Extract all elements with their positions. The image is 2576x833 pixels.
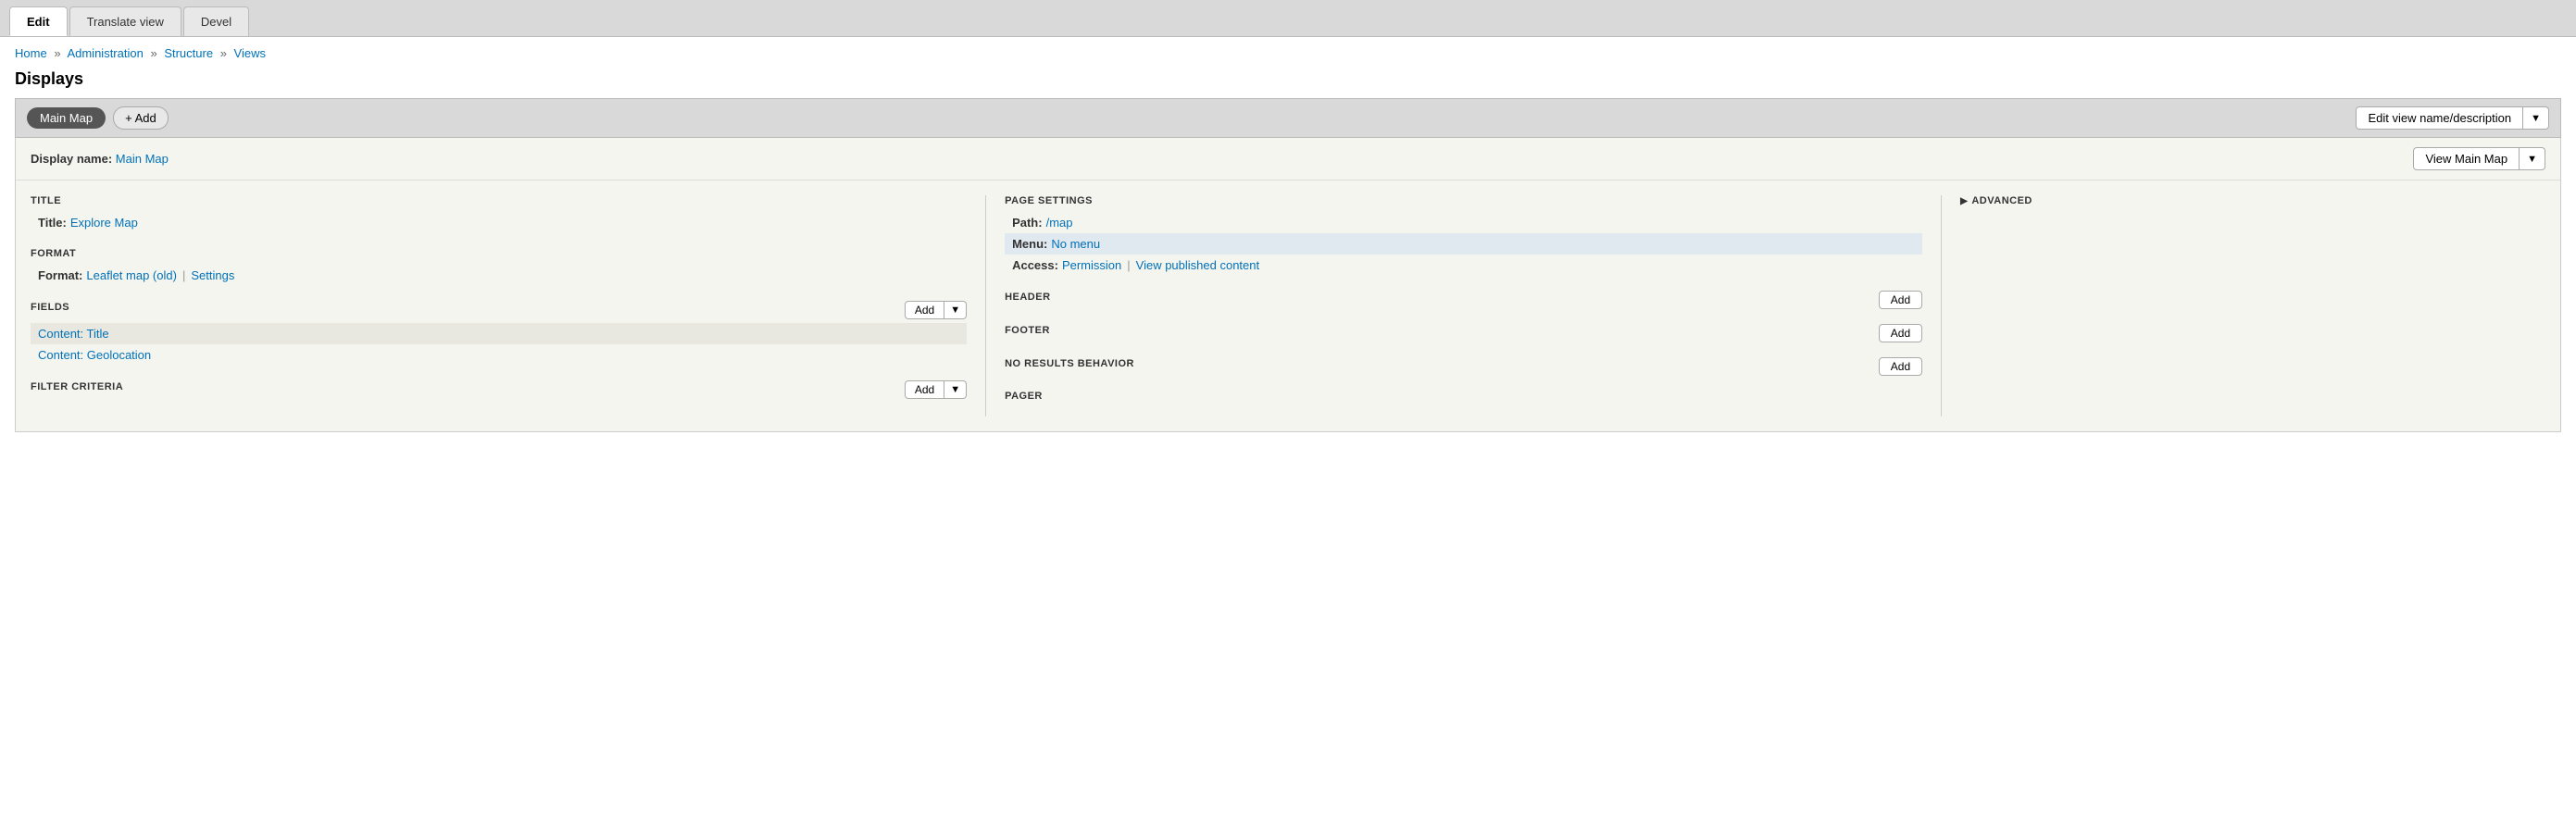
list-item: Content: Title [31, 323, 967, 344]
displays-toolbar: Main Map + Add Edit view name/descriptio… [15, 98, 2561, 138]
title-row: Title: Explore Map [31, 212, 967, 233]
advanced-section-header[interactable]: ▶ ADVANCED [1960, 195, 2545, 206]
field-content-geolocation[interactable]: Content: Geolocation [38, 348, 151, 362]
header-add-button[interactable]: Add [1879, 291, 1922, 309]
display-panel: Display name: Main Map View Main Map ▼ T… [15, 138, 2561, 432]
title-section: TITLE Title: Explore Map [31, 195, 967, 233]
advanced-label: ADVANCED [1971, 195, 2032, 206]
pager-section-header: PAGER [1005, 391, 1922, 402]
columns-container: TITLE Title: Explore Map FORMAT Format: … [16, 180, 2560, 431]
no-results-section: NO RESULTS BEHAVIOR Add [1005, 357, 1922, 376]
display-name-value[interactable]: Main Map [116, 152, 169, 166]
access-row: Access: Permission | View published cont… [1005, 255, 1922, 276]
footer-section-header: FOOTER [1005, 325, 1050, 336]
title-label: Title: [38, 216, 67, 230]
menu-row: Menu: No menu [1005, 233, 1922, 255]
page-settings-header: PAGE SETTINGS [1005, 195, 1922, 206]
filter-add-dropdown[interactable]: ▼ [944, 380, 967, 399]
no-results-section-header: NO RESULTS BEHAVIOR [1005, 358, 1134, 369]
filter-add-button[interactable]: Add [905, 380, 944, 399]
page-settings-section: PAGE SETTINGS Path: /map Menu: No menu A… [1005, 195, 1922, 276]
breadcrumb-sep-2: » [150, 46, 156, 60]
access-label: Access: [1012, 258, 1058, 272]
list-item: Content: Geolocation [31, 344, 967, 366]
breadcrumb-sep-1: » [54, 46, 60, 60]
tab-translate-view[interactable]: Translate view [69, 6, 181, 36]
fields-section-header: FIELDS [31, 302, 69, 313]
footer-section: FOOTER Add [1005, 324, 1922, 342]
title-value[interactable]: Explore Map [70, 216, 138, 230]
breadcrumb: Home » Administration » Structure » View… [0, 37, 2576, 69]
edit-view-name-button[interactable]: Edit view name/description [2356, 106, 2523, 130]
field-content-title[interactable]: Content: Title [38, 327, 109, 341]
col-left: TITLE Title: Explore Map FORMAT Format: … [31, 195, 986, 416]
menu-value[interactable]: No menu [1051, 237, 1100, 251]
tab-devel[interactable]: Devel [183, 6, 249, 36]
fields-list: Content: Title Content: Geolocation [31, 323, 967, 366]
no-results-add-button[interactable]: Add [1879, 357, 1922, 376]
breadcrumb-structure[interactable]: Structure [164, 46, 213, 60]
format-row: Format: Leaflet map (old) | Settings [31, 265, 967, 286]
filter-add-group: Add ▼ [905, 380, 967, 399]
main-map-button[interactable]: Main Map [27, 107, 106, 129]
footer-title-row: FOOTER Add [1005, 324, 1922, 342]
edit-view-dropdown-button[interactable]: ▼ [2523, 106, 2549, 130]
tab-edit[interactable]: Edit [9, 6, 68, 36]
format-settings[interactable]: Settings [191, 268, 234, 282]
view-main-map-button[interactable]: View Main Map [2413, 147, 2520, 170]
path-row: Path: /map [1005, 212, 1922, 233]
title-section-header: TITLE [31, 195, 967, 206]
access-permission[interactable]: Permission [1062, 258, 1121, 272]
access-sep: | [1127, 258, 1130, 272]
menu-label: Menu: [1012, 237, 1047, 251]
fields-add-dropdown[interactable]: ▼ [944, 301, 967, 319]
footer-add-button[interactable]: Add [1879, 324, 1922, 342]
page-content: Displays Main Map + Add Edit view name/d… [0, 69, 2576, 451]
fields-add-group: Add ▼ [905, 301, 967, 319]
display-name-key: Display name: [31, 152, 112, 166]
filter-criteria-title-row: FILTER CRITERIA Add ▼ [31, 380, 967, 399]
breadcrumb-views[interactable]: Views [234, 46, 266, 60]
no-results-title-row: NO RESULTS BEHAVIOR Add [1005, 357, 1922, 376]
tabs-bar: Edit Translate view Devel [0, 0, 2576, 37]
access-view-published[interactable]: View published content [1136, 258, 1259, 272]
add-display-button[interactable]: + Add [113, 106, 169, 130]
header-section-header: HEADER [1005, 292, 1050, 303]
fields-title-row: FIELDS Add ▼ [31, 301, 967, 319]
format-section-header: FORMAT [31, 248, 967, 259]
pager-section: PAGER [1005, 391, 1922, 402]
breadcrumb-administration[interactable]: Administration [67, 46, 143, 60]
format-section: FORMAT Format: Leaflet map (old) | Setti… [31, 248, 967, 286]
toolbar-left: Main Map + Add [27, 106, 169, 130]
col-right: ▶ ADVANCED [1942, 195, 2545, 416]
view-main-map-dropdown[interactable]: ▼ [2520, 147, 2545, 170]
filter-criteria-header: FILTER CRITERIA [31, 381, 123, 392]
format-label: Format: [38, 268, 82, 282]
format-sep: | [182, 268, 185, 282]
edit-view-group: Edit view name/description ▼ [2356, 106, 2549, 130]
path-value[interactable]: /map [1046, 216, 1073, 230]
filter-criteria-section: FILTER CRITERIA Add ▼ [31, 380, 967, 399]
path-label: Path: [1012, 216, 1043, 230]
header-title-row: HEADER Add [1005, 291, 1922, 309]
fields-add-button[interactable]: Add [905, 301, 944, 319]
format-value[interactable]: Leaflet map (old) [86, 268, 177, 282]
display-name-label: Display name: Main Map [31, 152, 169, 166]
col-middle: PAGE SETTINGS Path: /map Menu: No menu A… [986, 195, 1942, 416]
display-name-bar: Display name: Main Map View Main Map ▼ [16, 138, 2560, 180]
fields-section: FIELDS Add ▼ Content: Title Content: Geo… [31, 301, 967, 366]
view-main-group: View Main Map ▼ [2413, 147, 2545, 170]
advanced-triangle-icon: ▶ [1960, 196, 1968, 206]
breadcrumb-home[interactable]: Home [15, 46, 47, 60]
displays-title: Displays [15, 69, 2561, 89]
header-section: HEADER Add [1005, 291, 1922, 309]
breadcrumb-sep-3: » [220, 46, 227, 60]
